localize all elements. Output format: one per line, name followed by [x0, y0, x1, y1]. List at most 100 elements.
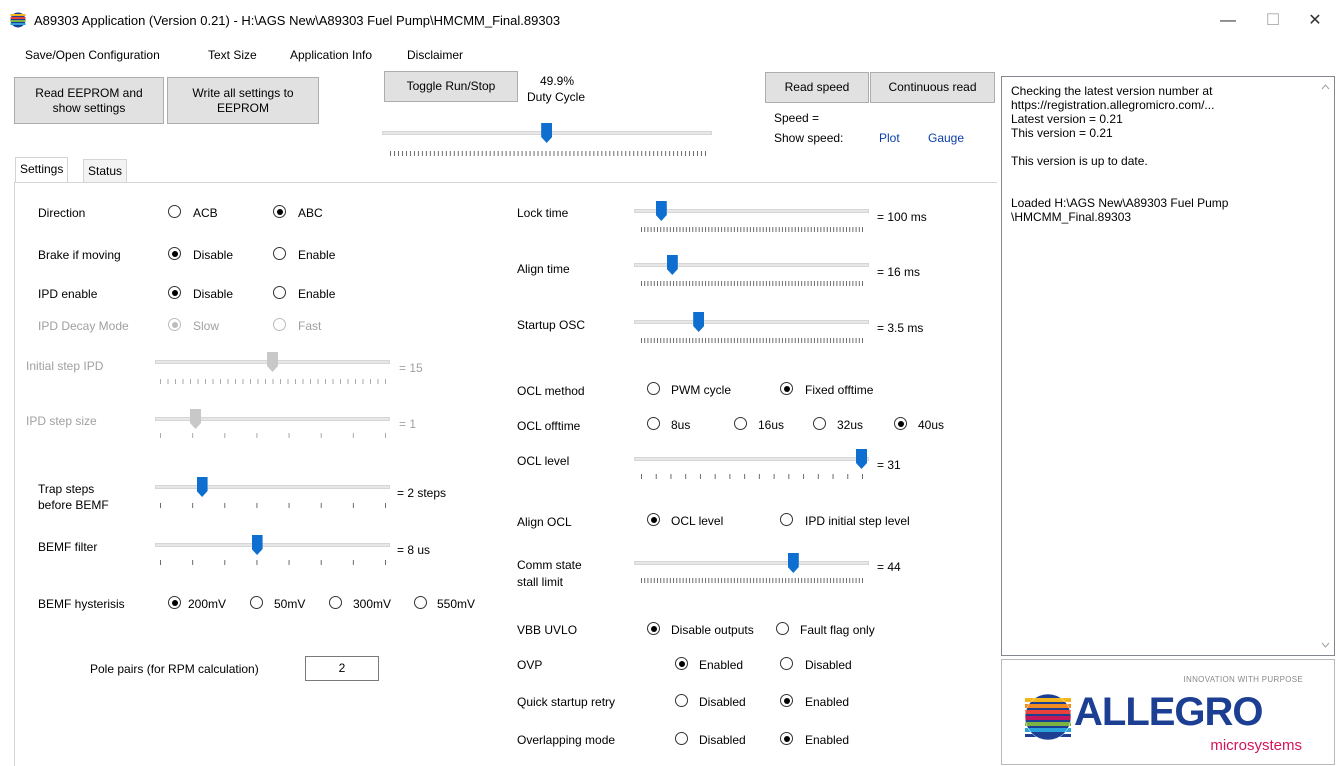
app-globe-icon [10, 12, 26, 28]
ocl-offtime-8us-label: 8us [671, 418, 691, 432]
brake-enable-radio[interactable] [273, 247, 286, 260]
title-bar: A89303 Application (Version 0.21) - H:\A… [0, 0, 1339, 40]
menu-save-open[interactable]: Save/Open Configuration [25, 48, 160, 62]
bemf-hyst-550mv-label: 550mV [437, 597, 476, 611]
log-line: Latest version = 0.21 [1011, 112, 1123, 126]
align-ocl-ipd-radio[interactable] [780, 513, 793, 526]
plot-link[interactable]: Plot [879, 131, 900, 145]
ipd-disable-radio[interactable] [168, 286, 181, 299]
menu-text-size[interactable]: Text Size [208, 48, 257, 62]
vbb-fault-flag-radio[interactable] [776, 622, 789, 635]
align-ocl-level-label: OCL level [671, 514, 724, 528]
ocl-offtime-8us-radio[interactable] [647, 417, 660, 430]
log-line: Checking the latest version number at [1011, 84, 1213, 98]
ocl-method-fixed-label: Fixed offtime [805, 383, 874, 397]
log-line: \HMCMM_Final.89303 [1011, 210, 1132, 224]
ipd-step-size-label: IPD step size [26, 414, 97, 428]
log-scrollbar[interactable] [1317, 77, 1334, 655]
ocl-method-pwm-radio[interactable] [647, 382, 660, 395]
lock-time-track[interactable] [634, 209, 869, 213]
vbb-disable-outputs-label: Disable outputs [671, 623, 754, 637]
toggle-run-stop-button[interactable]: Toggle Run/Stop [384, 71, 518, 102]
read-speed-button[interactable]: Read speed [765, 72, 869, 103]
bemf-filter-track[interactable] [155, 543, 390, 547]
direction-acb-radio[interactable] [168, 205, 181, 218]
log-textbox[interactable]: Checking the latest version number at ht… [1001, 76, 1335, 656]
bemf-hyst-50mv-radio[interactable] [250, 596, 263, 609]
quick-startup-disabled-radio[interactable] [675, 694, 688, 707]
menu-disclaimer[interactable]: Disclaimer [407, 48, 463, 62]
ipd-disable-label: Disable [193, 287, 234, 301]
ipd-enable-option-label: Enable [298, 287, 336, 301]
ipd-decay-fast-label: Fast [298, 319, 322, 333]
tab-status[interactable]: Status [83, 159, 128, 182]
ipd-step-size-ticks [160, 433, 386, 438]
ipd-decay-fast-radio[interactable] [273, 318, 286, 331]
bemf-hyst-300mv-radio[interactable] [329, 596, 342, 609]
logo-brand: ALLEGRO [1074, 690, 1264, 734]
quick-startup-label: Quick startup retry [517, 695, 616, 709]
log-line: Loaded H:\AGS New\A89303 Fuel Pump [1011, 196, 1229, 210]
log-line: https://registration.allegromicro.com/..… [1011, 98, 1215, 112]
overlapping-disabled-radio[interactable] [675, 732, 688, 745]
overlapping-enabled-label: Enabled [805, 733, 850, 747]
comm-state-label-1: Comm state [517, 558, 582, 572]
direction-abc-radio[interactable] [273, 205, 286, 218]
vbb-uvlo-label: VBB UVLO [517, 623, 578, 637]
trap-steps-label-1: Trap steps [38, 482, 95, 496]
startup-osc-track[interactable] [634, 320, 869, 324]
tab-settings[interactable]: Settings [15, 157, 69, 182]
allegro-globe-icon [1024, 693, 1072, 741]
ocl-offtime-label: OCL offtime [517, 419, 581, 433]
align-time-ticks [641, 281, 863, 286]
ocl-level-track[interactable] [634, 457, 869, 461]
ocl-level-label: OCL level [517, 454, 570, 468]
gauge-link[interactable]: Gauge [928, 131, 964, 145]
duty-cycle-value: 49.9% [540, 74, 575, 88]
direction-abc-label: ABC [298, 206, 323, 220]
ipd-step-size-value: = 1 [399, 417, 417, 431]
brake-disable-radio[interactable] [168, 247, 181, 260]
ocl-method-fixed-radio[interactable] [780, 382, 793, 395]
bemf-hyst-200mv-label: 200mV [188, 597, 227, 611]
align-ocl-level-radio[interactable] [647, 513, 660, 526]
scroll-down-icon[interactable] [1321, 642, 1330, 648]
logo-tagline: INNOVATION WITH PURPOSE [1183, 675, 1303, 684]
brake-enable-label: Enable [298, 248, 336, 262]
overlapping-enabled-radio[interactable] [780, 732, 793, 745]
minimize-button[interactable]: — [1213, 10, 1243, 32]
align-ocl-ipd-label: IPD initial step level [805, 514, 910, 528]
pole-pairs-input[interactable]: 2 [305, 656, 379, 681]
quick-startup-enabled-radio[interactable] [780, 694, 793, 707]
trap-steps-value: = 2 steps [397, 486, 447, 500]
speed-readout: Speed = [774, 111, 820, 125]
write-eeprom-button[interactable]: Write all settings to EEPROM [167, 77, 319, 124]
menu-app-info[interactable]: Application Info [290, 48, 372, 62]
duty-cycle-label: Duty Cycle [527, 90, 586, 104]
close-button[interactable]: ✕ [1300, 10, 1330, 32]
bemf-hyst-200mv-radio[interactable] [168, 596, 181, 609]
ovp-enabled-radio[interactable] [675, 657, 688, 670]
maximize-button[interactable]: ☐ [1258, 10, 1288, 32]
ocl-level-value: = 31 [877, 458, 901, 472]
continuous-read-button[interactable]: Continuous read [870, 72, 995, 103]
bemf-hyst-50mv-label: 50mV [274, 597, 306, 611]
comm-state-label-2: stall limit [517, 575, 564, 589]
trap-steps-track[interactable] [155, 485, 390, 489]
ocl-offtime-16us-radio[interactable] [734, 417, 747, 430]
bemf-filter-ticks [160, 560, 386, 565]
ocl-offtime-40us-radio[interactable] [894, 417, 907, 430]
scroll-up-icon[interactable] [1321, 84, 1330, 90]
comm-state-track[interactable] [634, 561, 869, 565]
ocl-method-pwm-label: PWM cycle [671, 383, 731, 397]
bemf-hyst-550mv-radio[interactable] [414, 596, 427, 609]
duty-cycle-slider-thumb[interactable] [541, 123, 553, 143]
read-eeprom-button[interactable]: Read EEPROM and show settings [14, 77, 164, 124]
ipd-decay-slow-radio[interactable] [168, 318, 181, 331]
ocl-offtime-32us-radio[interactable] [813, 417, 826, 430]
ovp-disabled-radio[interactable] [780, 657, 793, 670]
vbb-disable-outputs-radio[interactable] [647, 622, 660, 635]
lock-time-value: = 100 ms [877, 210, 927, 224]
ipd-enable-radio[interactable] [273, 286, 286, 299]
quick-startup-disabled-label: Disabled [699, 695, 746, 709]
